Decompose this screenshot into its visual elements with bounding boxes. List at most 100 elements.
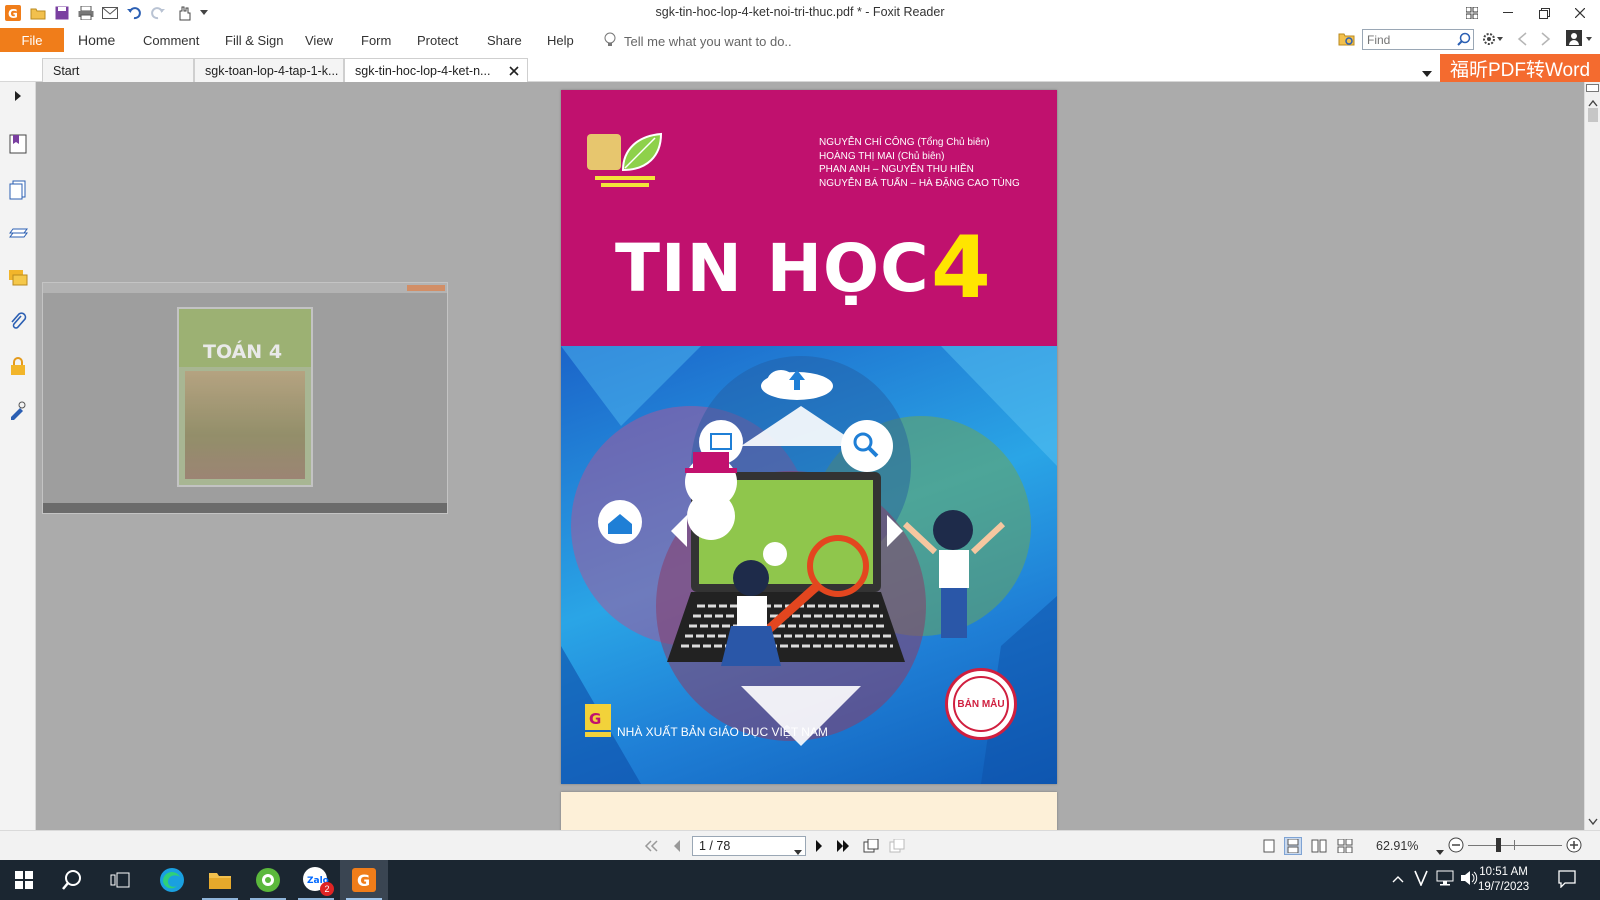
search-taskbar-icon[interactable] — [48, 860, 96, 900]
close-button[interactable] — [1562, 0, 1598, 26]
next-view-icon[interactable] — [1540, 32, 1552, 49]
first-page-icon[interactable] — [642, 837, 660, 855]
publisher-name: NHÀ XUẤT BẢN GIÁO DỤC VIỆT NAM — [617, 725, 828, 739]
page-number-value: 1 / 78 — [699, 839, 731, 853]
menu-comment[interactable]: Comment — [143, 33, 199, 48]
next-page-icon[interactable] — [810, 837, 828, 855]
edge-browser-icon[interactable] — [148, 860, 196, 900]
zoom-slider-thumb[interactable] — [1496, 838, 1501, 852]
zoom-level[interactable]: 62.91% — [1376, 839, 1418, 853]
cover-illustration: BẢN MẪU G — [561, 346, 1057, 784]
preview-title: TOÁN 4 — [203, 341, 283, 363]
show-hidden-icons[interactable] — [1392, 871, 1404, 886]
tab-label: sgk-tin-hoc-lop-4-ket-n... — [355, 64, 491, 78]
find-folder-icon[interactable] — [1338, 31, 1356, 50]
tab-label: Start — [53, 64, 80, 78]
tab-label: sgk-toan-lop-4-tap-1-k... — [205, 64, 339, 78]
menu-fill-sign[interactable]: Fill & Sign — [225, 33, 284, 48]
zoom-slider-track[interactable] — [1468, 845, 1562, 846]
network-icon[interactable] — [1436, 870, 1456, 889]
zoom-dropdown-icon[interactable] — [1436, 843, 1444, 858]
previous-view-page-icon[interactable] — [862, 837, 880, 855]
system-clock[interactable]: 10:51 AM 19/7/2023 — [1478, 865, 1529, 895]
gear-icon[interactable] — [1482, 32, 1504, 49]
volume-icon[interactable] — [1460, 870, 1478, 889]
attachments-icon[interactable] — [6, 310, 30, 334]
preview-promo — [407, 285, 445, 291]
menu-view[interactable]: View — [305, 33, 333, 48]
tell-me-text: Tell me what you want to do.. — [624, 34, 792, 49]
previous-page-icon[interactable] — [668, 837, 686, 855]
user-account-icon[interactable] — [1566, 30, 1594, 51]
signature-icon[interactable] — [6, 398, 30, 422]
unikey-icon[interactable] — [1414, 870, 1428, 889]
clock-time: 10:51 AM — [1479, 866, 1528, 878]
coccoc-browser-icon[interactable] — [244, 860, 292, 900]
publisher-logo: G — [585, 704, 613, 741]
split-handle[interactable] — [1586, 84, 1599, 92]
layout-icon[interactable] — [1454, 0, 1490, 26]
author-line: NGUYỄN CHÍ CÔNG (Tổng Chủ biên) — [819, 137, 990, 148]
tab-toan-lop-4[interactable]: sgk-toan-lop-4-tap-1-k... — [194, 58, 344, 82]
scroll-down-icon[interactable] — [1588, 814, 1598, 829]
ribbon-menu: File Home Comment Fill & Sign View Form … — [0, 27, 1600, 55]
preview-page: TOÁN 4 — [177, 307, 313, 487]
vertical-scrollbar[interactable] — [1584, 82, 1600, 830]
window-title: sgk-tin-hoc-lop-4-ket-noi-tri-thuc.pdf *… — [655, 5, 945, 19]
authors-list: NGUYỄN CHÍ CÔNG (Tổng Chủ biên) HOÀNG TH… — [819, 136, 1020, 190]
comments-icon[interactable] — [6, 266, 30, 290]
stamp-text: BẢN MẪU — [953, 676, 1009, 732]
security-lock-icon[interactable] — [6, 354, 30, 378]
previous-view-icon[interactable] — [1516, 32, 1528, 49]
pdf-to-word-promo[interactable]: 福昕PDF转Word — [1440, 54, 1600, 82]
pages-icon[interactable] — [6, 178, 30, 202]
zalo-icon[interactable]: Zalo 2 — [292, 860, 340, 900]
tab-start[interactable]: Start — [42, 58, 194, 82]
preview-titlebar — [43, 283, 447, 293]
last-page-icon[interactable] — [834, 837, 852, 855]
notifications-icon[interactable] — [1558, 870, 1576, 891]
facing-view-icon[interactable] — [1310, 837, 1328, 855]
minimize-button[interactable] — [1490, 0, 1526, 26]
start-button[interactable] — [0, 860, 48, 900]
task-view-icon[interactable] — [96, 860, 144, 900]
menu-form[interactable]: Form — [361, 33, 391, 48]
pdf-page-1: NGUYỄN CHÍ CÔNG (Tổng Chủ biên) HOÀNG TH… — [561, 90, 1057, 784]
zoom-out-icon[interactable] — [1448, 837, 1464, 856]
layers-icon[interactable] — [6, 222, 30, 246]
find-field[interactable] — [1362, 29, 1474, 50]
author-line: PHAN ANH – NGUYỄN THU HIỀN — [819, 164, 974, 175]
pdf-page-2 — [561, 792, 1057, 830]
bookmarks-icon[interactable] — [6, 132, 30, 156]
search-icon[interactable] — [1457, 32, 1471, 49]
close-tab-icon[interactable] — [509, 65, 519, 79]
file-explorer-icon[interactable] — [196, 860, 244, 900]
find-input[interactable] — [1363, 30, 1451, 49]
file-menu[interactable]: File — [0, 28, 64, 52]
page-dropdown-icon[interactable] — [794, 844, 802, 858]
sample-stamp: BẢN MẪU — [945, 668, 1017, 740]
expand-panel-icon[interactable] — [6, 84, 30, 108]
preview-taskbar — [43, 503, 447, 513]
menu-home[interactable]: Home — [78, 32, 115, 48]
restore-button[interactable] — [1526, 0, 1562, 26]
continuous-view-icon[interactable] — [1284, 837, 1302, 855]
continuous-facing-view-icon[interactable] — [1336, 837, 1354, 855]
publisher-leaf-logo — [585, 130, 665, 197]
preview-illustration — [185, 371, 305, 479]
scroll-thumb[interactable] — [1588, 108, 1598, 122]
page-number-field[interactable]: 1 / 78 — [692, 836, 806, 856]
notification-badge: 2 — [320, 882, 334, 896]
next-view-page-icon[interactable] — [888, 837, 906, 855]
tab-list-dropdown-icon[interactable] — [1422, 65, 1432, 80]
menu-help[interactable]: Help — [547, 33, 574, 48]
zoom-slider-midmark — [1514, 840, 1515, 850]
menu-protect[interactable]: Protect — [417, 33, 458, 48]
menu-share[interactable]: Share — [487, 33, 522, 48]
zoom-in-icon[interactable] — [1566, 837, 1582, 856]
single-page-view-icon[interactable] — [1260, 837, 1278, 855]
document-workspace[interactable]: TOÁN 4 NGUYỄN CHÍ CÔNG (Tổng Chủ biên) H… — [36, 82, 1584, 830]
foxit-reader-taskbar-icon[interactable]: G — [340, 860, 388, 900]
tab-tin-hoc-lop-4[interactable]: sgk-tin-hoc-lop-4-ket-n... — [344, 58, 528, 82]
tell-me-search[interactable]: Tell me what you want to do.. — [604, 32, 792, 51]
